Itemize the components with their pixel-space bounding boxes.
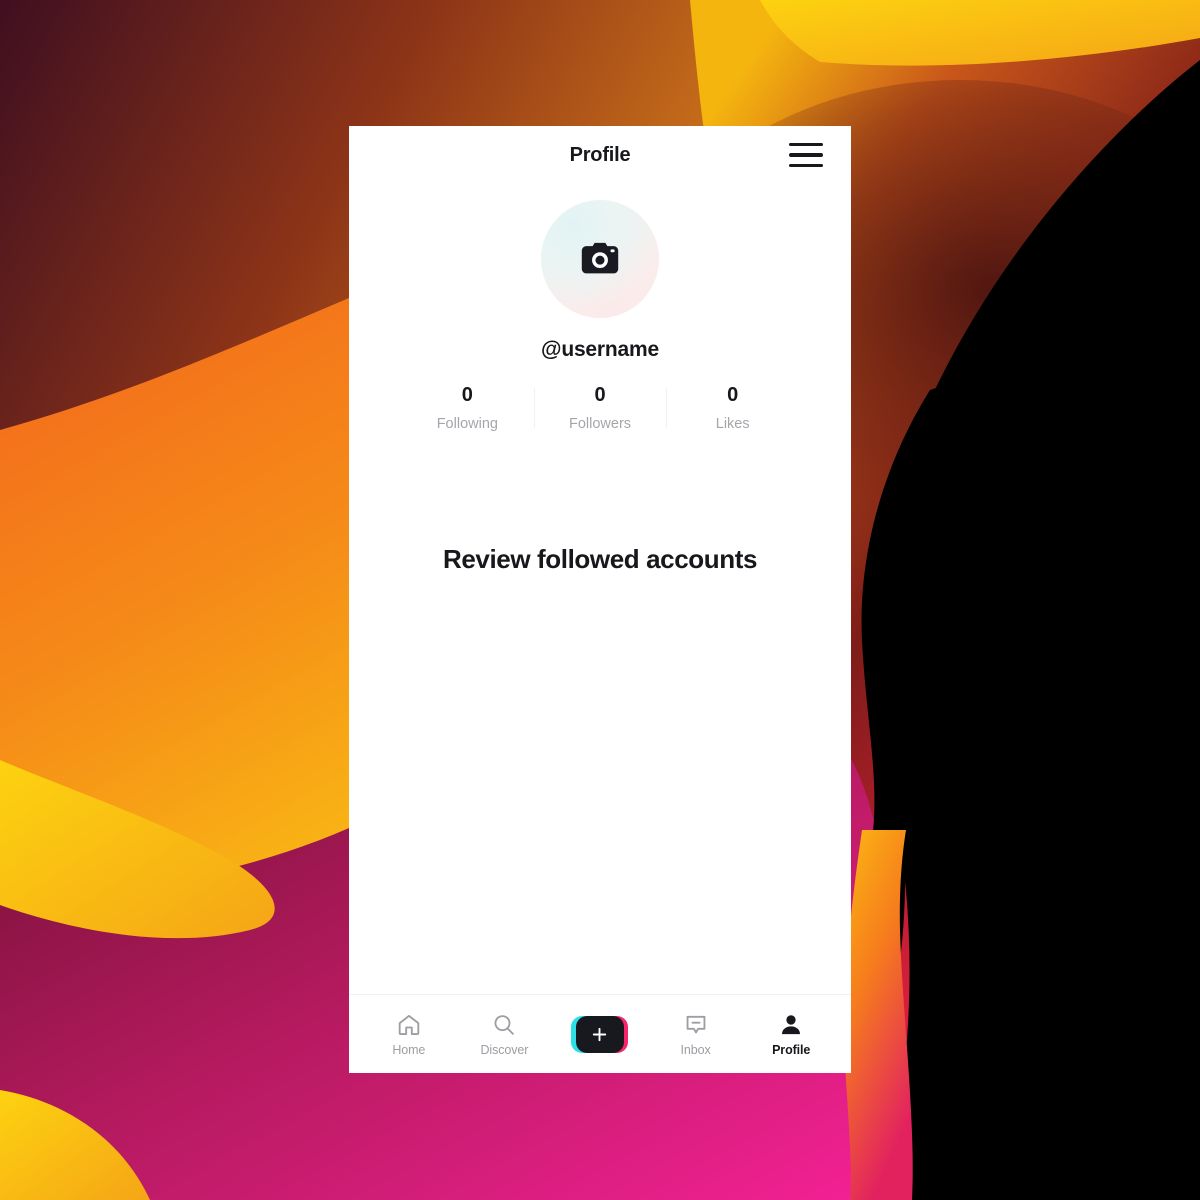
menu-bar-1 [789, 142, 823, 147]
bottom-navigation-bar: Home Discover Inbox Profile [349, 994, 851, 1073]
avatar[interactable] [541, 200, 659, 318]
profile-section: @username 0 Following 0 Followers 0 Like… [349, 184, 851, 432]
stat-followers[interactable]: 0 Followers [533, 384, 667, 432]
nav-item-inbox[interactable]: Inbox [648, 995, 744, 1073]
stat-label: Followers [568, 416, 632, 432]
page-title: Profile [569, 143, 631, 166]
stat-following[interactable]: 0 Following [401, 384, 534, 432]
camera-icon [581, 242, 619, 274]
stat-label: Likes [715, 416, 750, 432]
stats-row: 0 Following 0 Followers 0 Likes [349, 384, 851, 432]
stat-value: 0 [461, 384, 473, 406]
create-button[interactable] [552, 1015, 648, 1053]
nav-label: Profile [772, 1042, 811, 1057]
hamburger-menu-icon[interactable] [789, 140, 825, 170]
app-header: Profile [349, 126, 851, 184]
nav-item-profile[interactable]: Profile [743, 995, 839, 1073]
nav-label: Inbox [680, 1042, 711, 1057]
nav-label: Home [392, 1042, 426, 1057]
nav-item-home[interactable]: Home [361, 995, 457, 1073]
create-button-core [575, 1015, 624, 1053]
stat-likes[interactable]: 0 Likes [666, 384, 799, 432]
username: @username [541, 338, 659, 361]
content-area: Review followed accounts [349, 432, 851, 994]
menu-bar-2 [789, 153, 823, 157]
inbox-icon [683, 1012, 709, 1038]
nav-item-discover[interactable]: Discover [457, 995, 553, 1073]
person-icon [778, 1012, 804, 1038]
home-icon [396, 1012, 422, 1038]
stat-value: 0 [727, 384, 739, 406]
app-screen: Profile @username 0 Following 0 Follower… [349, 126, 851, 1073]
plus-icon [593, 1027, 607, 1041]
nav-label: Discover [480, 1042, 529, 1057]
stat-value: 0 [594, 384, 606, 406]
search-icon [491, 1012, 517, 1038]
menu-bar-3 [789, 163, 823, 168]
stat-label: Following [436, 416, 498, 432]
section-heading: Review followed accounts [442, 544, 758, 574]
